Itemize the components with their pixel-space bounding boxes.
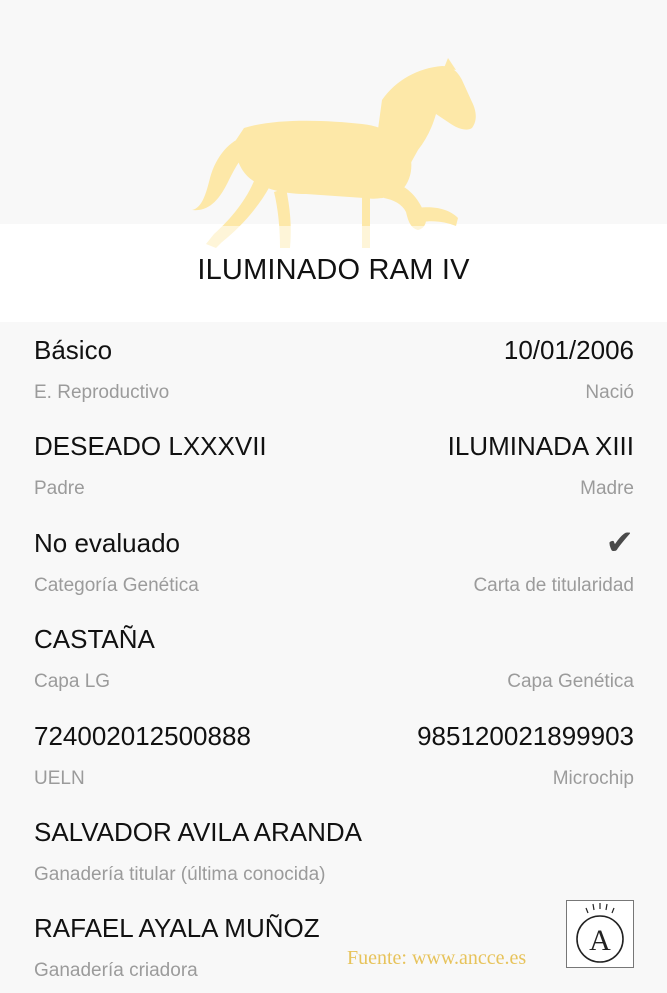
ancce-logo-icon: A	[566, 900, 634, 968]
field-row-breeder-stud: RAFAEL AYALA MUÑOZ Ganadería criadora	[34, 913, 634, 993]
genetic-category-field: No evaluado Categoría Genética	[34, 528, 199, 597]
field-row-category-ownership: No evaluado Categoría Genética ✔ Carta d…	[34, 523, 635, 608]
ownership-card-label: Carta de titularidad	[473, 575, 634, 596]
owner-stud-value[interactable]: SALVADOR AVILA ARANDA	[34, 817, 362, 847]
coat-lg-field: CASTAÑA Capa LG	[34, 624, 155, 693]
birth-date-value: 10/01/2006	[503, 335, 634, 365]
field-row-parents: DESEADO LXXXVII Padre ILUMINADA XIII Mad…	[34, 431, 634, 511]
microchip-label: Microchip	[552, 768, 634, 789]
dam-value[interactable]: ILUMINADA XIII	[448, 431, 634, 461]
coat-lg-value: CASTAÑA	[34, 624, 155, 654]
genetic-coat-label: Capa Genética	[507, 671, 634, 692]
sire-value[interactable]: DESEADO LXXXVII	[34, 431, 267, 461]
source-watermark: Fuente: www.ancce.es	[347, 947, 527, 969]
birth-date-label: Nació	[585, 382, 634, 403]
checkmark-icon: ✔	[605, 523, 635, 563]
sire-label: Padre	[34, 478, 85, 499]
sire-field[interactable]: DESEADO LXXXVII Padre	[34, 431, 267, 500]
coat-lg-label: Capa LG	[34, 671, 111, 692]
reproductive-state-field: Básico E. Reproductivo	[34, 335, 169, 404]
ueln-field: 724002012500888 UELN	[34, 721, 251, 790]
ancce-logo-graphic: A	[576, 903, 624, 963]
breeder-stud-value[interactable]: RAFAEL AYALA MUÑOZ	[34, 913, 320, 943]
microchip-value: 985120021899903	[417, 721, 634, 751]
reproductive-state-value: Básico	[34, 335, 113, 365]
ownership-card-field: ✔ Carta de titularidad	[473, 523, 635, 597]
field-row-coat: CASTAÑA Capa LG Capa Genética	[34, 624, 634, 704]
genetic-category-value: No evaluado	[34, 528, 180, 558]
field-row-reproductive-birth: Básico E. Reproductivo 10/01/2006 Nació	[34, 335, 634, 415]
genetic-coat-value	[507, 624, 634, 654]
reproductive-state-label: E. Reproductivo	[34, 382, 170, 403]
field-row-owner-stud: SALVADOR AVILA ARANDA Ganadería titular …	[34, 817, 634, 897]
field-row-identifiers: 724002012500888 UELN 985120021899903 Mic…	[34, 721, 634, 801]
breeder-stud-field[interactable]: RAFAEL AYALA MUÑOZ Ganadería criadora	[34, 913, 320, 982]
genetic-category-label: Categoría Genética	[34, 575, 199, 596]
genetic-coat-field: Capa Genética	[507, 624, 634, 693]
dam-field[interactable]: ILUMINADA XIII Madre	[448, 431, 634, 500]
dam-label: Madre	[580, 478, 634, 499]
logo-letter: A	[589, 924, 611, 957]
ueln-value: 724002012500888	[34, 721, 251, 751]
horse-header: ILUMINADO RAM IV	[0, 0, 667, 322]
horse-name: ILUMINADO RAM IV	[197, 254, 470, 286]
breeder-stud-label: Ganadería criadora	[34, 960, 198, 981]
horse-silhouette-icon	[186, 58, 486, 268]
horse-details: Básico E. Reproductivo 10/01/2006 Nació …	[0, 322, 667, 986]
microchip-field: 985120021899903 Microchip	[417, 721, 634, 790]
birth-date-field: 10/01/2006 Nació	[504, 335, 634, 404]
owner-stud-field[interactable]: SALVADOR AVILA ARANDA Ganadería titular …	[34, 817, 362, 886]
ueln-label: UELN	[34, 768, 85, 789]
owner-stud-label: Ganadería titular (última conocida)	[34, 864, 326, 885]
